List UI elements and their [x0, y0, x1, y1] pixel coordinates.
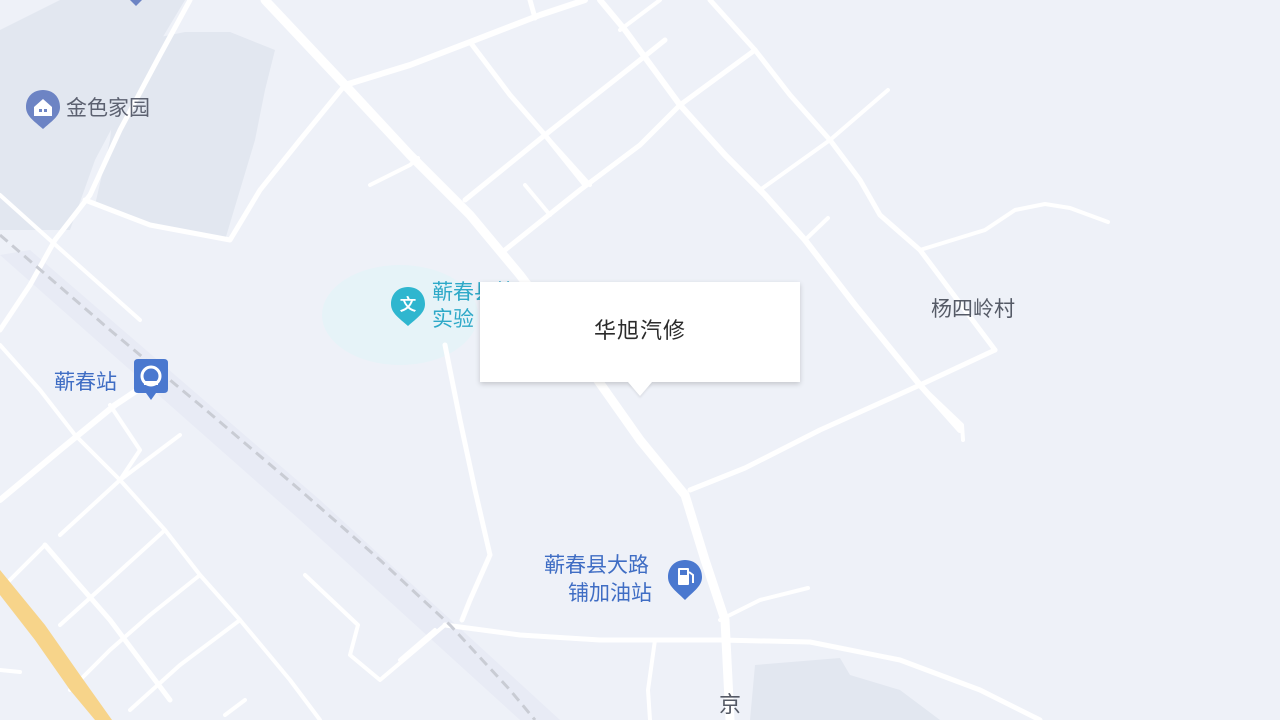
map-view[interactable]: 金色家园 文 蕲春县第 实验 蕲春站 蕲春县大路 铺加油站 杨四岭村 京 华旭汽…: [0, 0, 1280, 720]
poi-gas-label-line2[interactable]: 铺加油站: [568, 580, 652, 606]
poi-gas-label-line1[interactable]: 蕲春县大路: [544, 552, 649, 578]
popup-pointer: [628, 382, 652, 396]
poi-jinse-label[interactable]: 金色家园: [66, 95, 150, 121]
popup-title: 华旭汽修: [593, 319, 686, 344]
gas-station-icon[interactable]: [666, 558, 704, 602]
road-label: 京: [719, 693, 742, 718]
train-station-icon[interactable]: [132, 358, 170, 402]
residential-icon[interactable]: [24, 88, 62, 130]
map-marker-partial-icon[interactable]: [126, 0, 146, 8]
culture-icon[interactable]: 文: [389, 285, 427, 327]
info-popup[interactable]: 华旭汽修: [480, 282, 800, 396]
poi-station-label[interactable]: 蕲春站: [54, 369, 117, 395]
village-label: 杨四岭村: [931, 297, 1015, 321]
poi-school-label-line2[interactable]: 实验: [432, 306, 474, 332]
svg-text:文: 文: [400, 295, 417, 314]
